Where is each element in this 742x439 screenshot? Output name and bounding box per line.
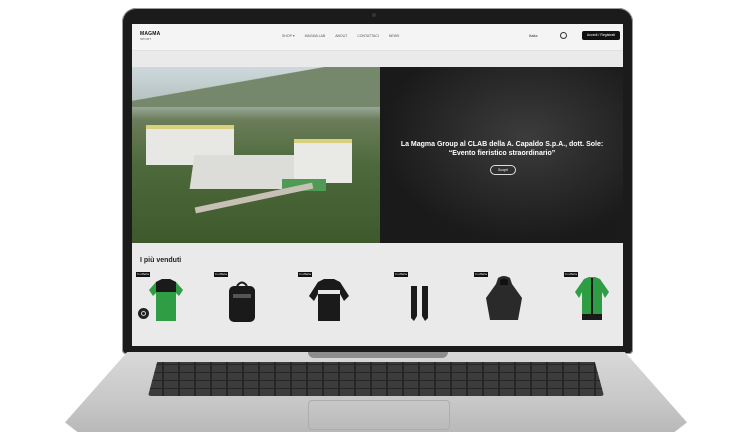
hero-cta-button[interactable]: Scopri — [490, 165, 516, 175]
site-header: MAGMA SPORT SHOP ▾ MAGMA LAB ABOUT CONTA… — [132, 24, 623, 51]
chat-icon[interactable] — [138, 308, 149, 319]
product-card[interactable]: In offerta — [214, 272, 266, 322]
nav-item-contattaci[interactable]: CONTATTACI — [357, 34, 379, 38]
laptop-hinge — [308, 352, 448, 358]
search-icon[interactable] — [560, 32, 567, 39]
green-jersey-icon — [149, 279, 183, 321]
hero-text-panel: La Magma Group al CLAB della A. Capaldo … — [380, 67, 623, 243]
nav-item-about[interactable]: ABOUT — [335, 34, 347, 38]
laptop-screen: MAGMA SPORT SHOP ▾ MAGMA LAB ABOUT CONTA… — [132, 24, 623, 346]
product-card[interactable]: In offerta — [394, 272, 446, 322]
logo-subtext: SPORT — [140, 37, 152, 41]
nav-item-news[interactable]: NEWS — [389, 34, 400, 38]
sale-badge: In offerta — [136, 272, 150, 277]
product-card[interactable]: In offerta — [298, 272, 350, 322]
track-jacket-icon — [575, 277, 609, 320]
mountains — [132, 67, 380, 107]
best-sellers-title: I più venduti — [140, 257, 182, 264]
hero-photo — [132, 67, 380, 243]
sale-badge: In offerta — [298, 272, 312, 277]
product-card[interactable]: In offerta — [474, 272, 526, 322]
warehouse-building — [294, 139, 352, 183]
login-button[interactable]: Accedi / Registrati — [582, 31, 620, 40]
keyboard-rows — [148, 362, 604, 396]
socks-icon — [411, 286, 428, 321]
site-logo[interactable]: MAGMA SPORT — [140, 31, 160, 41]
hero-banner: La Magma Group al CLAB della A. Capaldo … — [132, 67, 623, 243]
backpack-icon — [229, 281, 255, 322]
hooded-jacket-icon — [486, 276, 522, 320]
product-carousel: In offerta In offerta In offerta In offe… — [132, 272, 623, 346]
sale-badge: In offerta — [394, 272, 408, 277]
laptop-trackpad — [308, 400, 450, 430]
main-nav: SHOP ▾ MAGMA LAB ABOUT CONTATTACI NEWS — [282, 34, 399, 38]
nav-item-magma-lab[interactable]: MAGMA LAB — [305, 34, 326, 38]
hero-title: La Magma Group al CLAB della A. Capaldo … — [400, 141, 604, 157]
nav-item-shop[interactable]: SHOP ▾ — [282, 34, 295, 38]
language-selector[interactable]: Italia — [529, 33, 537, 38]
laptop-lid: MAGMA SPORT SHOP ▾ MAGMA LAB ABOUT CONTA… — [122, 8, 633, 354]
camera-icon — [372, 13, 376, 17]
sale-badge: In offerta — [214, 272, 228, 277]
sweatshirt-icon — [309, 279, 349, 321]
product-card[interactable]: In offerta — [564, 272, 616, 322]
